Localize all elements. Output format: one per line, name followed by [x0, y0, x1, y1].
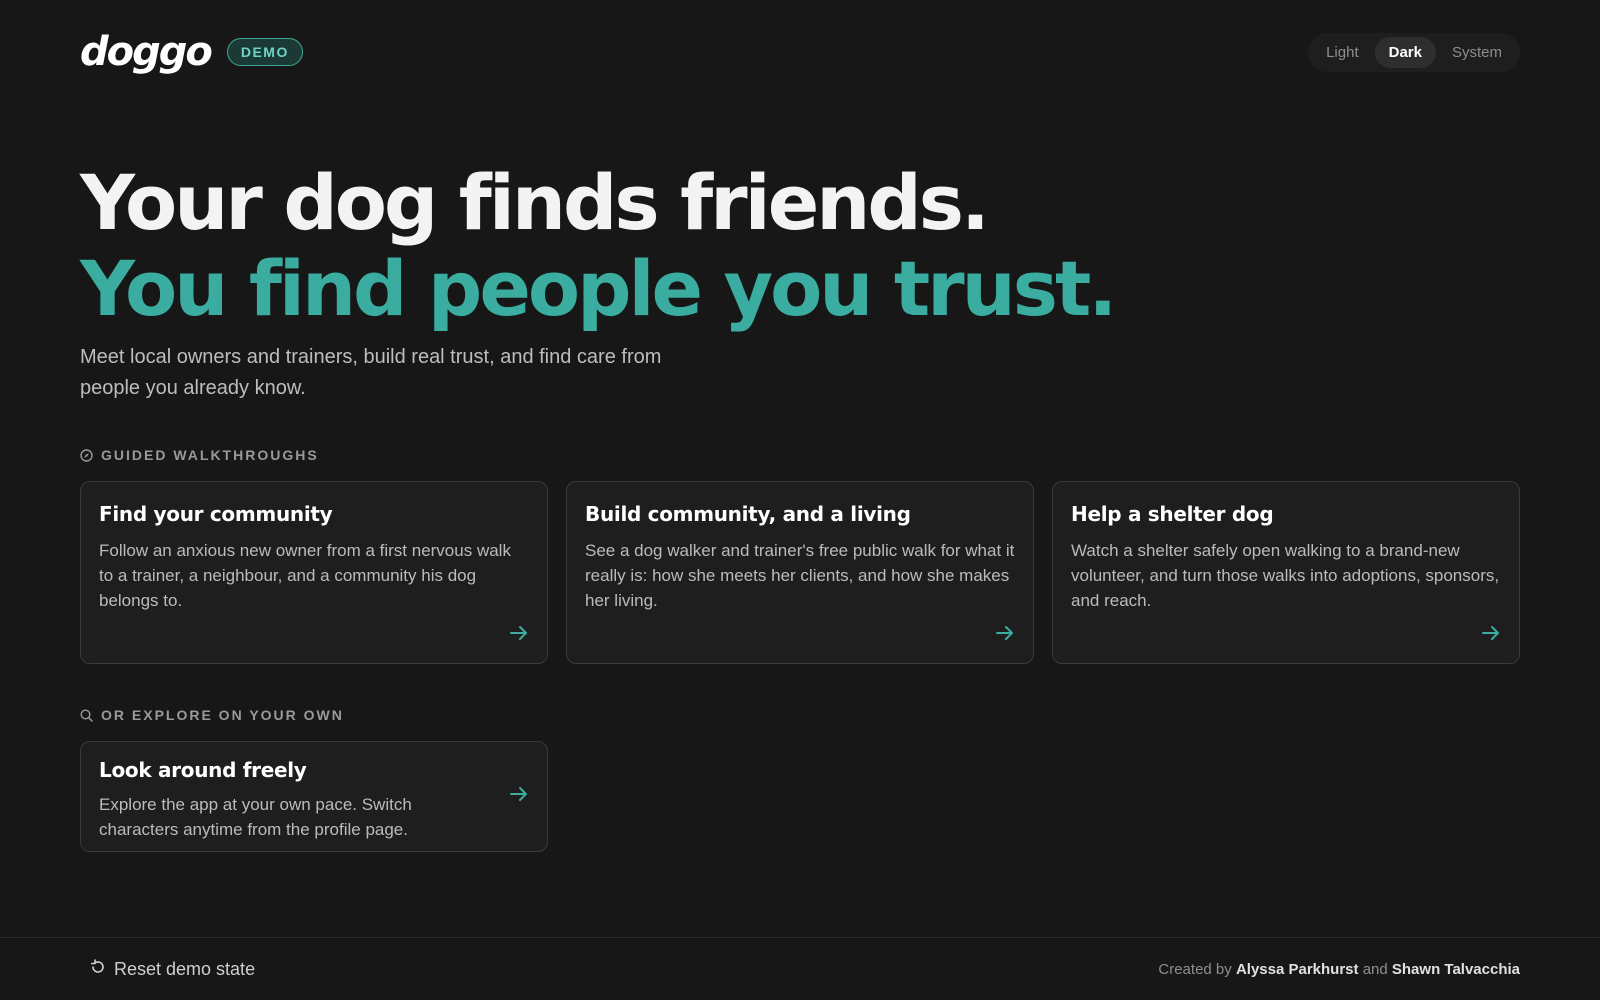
doggo-logo[interactable]: doggo — [80, 32, 213, 72]
theme-option-light[interactable]: Light — [1312, 37, 1373, 68]
walkthrough-card-shelter[interactable]: Help a shelter dog Watch a shelter safel… — [1052, 481, 1520, 664]
guided-section-label: GUIDED WALKTHROUGHS — [80, 447, 319, 463]
credits-and: and — [1362, 960, 1388, 978]
walkthrough-card-community[interactable]: Find your community Follow an anxious ne… — [80, 481, 548, 664]
hero-title-line1: Your dog finds friends. — [80, 158, 990, 247]
explore-section-label: OR EXPLORE ON YOUR OWN — [80, 707, 344, 723]
compass-icon — [80, 448, 93, 462]
credits: Created by Alyssa Parkhurst and Shawn Ta… — [1158, 961, 1520, 978]
theme-toggle: Light Dark System — [1308, 32, 1520, 72]
card-title: Build community, and a living — [585, 502, 911, 526]
hero-subtitle: Meet local owners and trainers, build re… — [80, 346, 662, 399]
reset-icon — [90, 958, 106, 980]
search-icon — [80, 708, 93, 722]
card-description: See a dog walker and trainer's free publ… — [585, 541, 1015, 610]
card-title: Find your community — [99, 502, 333, 526]
walkthrough-card-living[interactable]: Build community, and a living See a dog … — [566, 481, 1034, 664]
demo-badge: DEMO — [226, 38, 303, 66]
hero: Your dog finds friends. You find people … — [80, 158, 1117, 333]
card-description: Explore the app at your own pace. Switch… — [99, 795, 412, 839]
card-description: Follow an anxious new owner from a first… — [99, 541, 511, 610]
guided-section-title: GUIDED WALKTHROUGHS — [101, 447, 319, 463]
arrow-right-icon[interactable] — [1481, 625, 1501, 645]
brand: doggo DEMO — [80, 32, 303, 72]
arrow-right-icon[interactable] — [995, 625, 1015, 645]
footer: Reset demo state Created by Alyssa Parkh… — [0, 937, 1600, 1000]
theme-option-system[interactable]: System — [1438, 37, 1516, 68]
credits-prefix: Created by — [1158, 960, 1232, 978]
author-name: Shawn Talvacchia — [1391, 960, 1520, 978]
reset-label: Reset demo state — [114, 958, 256, 979]
hero-title-line2: You find people you trust. — [80, 244, 1117, 333]
card-title: Help a shelter dog — [1071, 502, 1274, 526]
explore-card-freely[interactable]: Look around freely Explore the app at yo… — [80, 741, 548, 852]
reset-demo-button[interactable]: Reset demo state — [90, 959, 255, 980]
theme-option-dark[interactable]: Dark — [1374, 36, 1436, 68]
header: doggo DEMO Light Dark System — [80, 30, 1520, 74]
author-name: Alyssa Parkhurst — [1235, 960, 1359, 978]
arrow-right-icon[interactable] — [509, 786, 529, 806]
card-title: Look around freely — [99, 758, 307, 782]
card-description: Watch a shelter safely open walking to a… — [1071, 541, 1500, 610]
explore-section-title: OR EXPLORE ON YOUR OWN — [101, 707, 344, 723]
arrow-right-icon[interactable] — [509, 625, 529, 645]
